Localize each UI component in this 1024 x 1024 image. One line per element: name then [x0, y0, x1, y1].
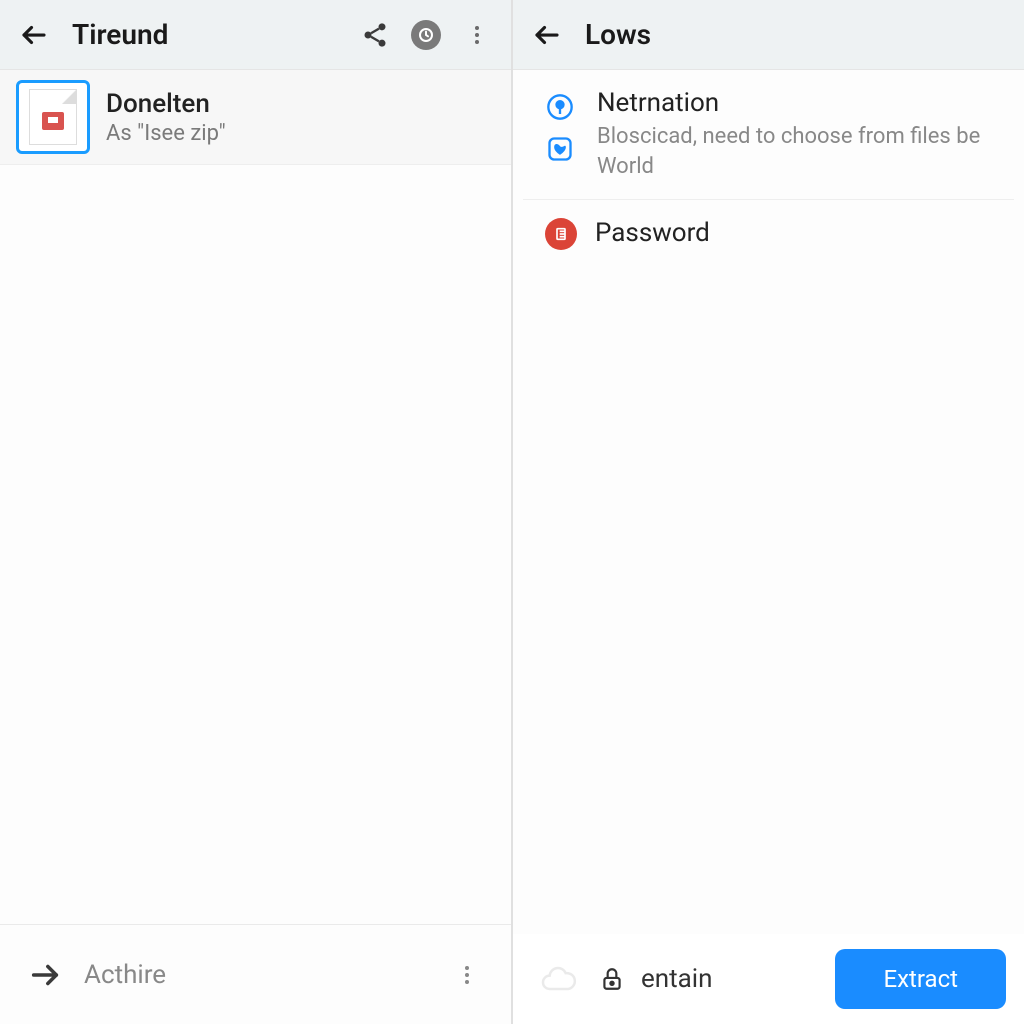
more-vert-icon[interactable] — [461, 19, 493, 51]
location-pin-icon — [545, 92, 575, 122]
back-arrow-icon[interactable] — [531, 19, 563, 51]
left-topbar-actions — [359, 19, 493, 51]
right-bottom-label: entain — [641, 964, 712, 994]
option-password-title: Password — [595, 218, 710, 248]
extract-button[interactable]: Extract — [835, 949, 1006, 1009]
left-title: Tireund — [72, 18, 168, 51]
password-badge-icon — [545, 218, 577, 250]
option-destination[interactable]: Netrnation Bloscicad, need to choose fro… — [523, 70, 1014, 200]
option-text: Netrnation Bloscicad, need to choose fro… — [597, 88, 992, 181]
back-arrow-icon[interactable] — [18, 19, 50, 51]
arrow-right-icon[interactable] — [28, 958, 62, 992]
option-password[interactable]: Password — [523, 200, 1014, 268]
share-icon[interactable] — [359, 19, 391, 51]
right-topbar: Lows — [513, 0, 1024, 70]
heart-box-icon — [545, 134, 575, 164]
file-row[interactable]: Donelten As "Isee zip" — [0, 70, 511, 165]
right-title: Lows — [585, 18, 651, 51]
file-subtitle: As "Isee zip" — [106, 121, 226, 146]
left-content: Donelten As "Isee zip" — [0, 70, 511, 924]
clock-icon[interactable] — [411, 20, 441, 50]
left-topbar: Tireund — [0, 0, 511, 70]
left-bottombar: Acthire — [0, 924, 511, 1024]
right-bottombar: entain Extract — [513, 934, 1024, 1024]
file-thumbnail — [16, 80, 90, 154]
file-name: Donelten — [106, 89, 226, 119]
option-icon-stack — [545, 88, 575, 164]
option-destination-title: Netrnation — [597, 88, 992, 118]
left-panel: Tireund Donelten As "Isee zip" — [0, 0, 513, 1024]
lock-icon[interactable] — [599, 966, 625, 992]
right-content: Netrnation Bloscicad, need to choose fro… — [513, 70, 1024, 934]
left-bottom-label: Acthire — [84, 960, 166, 990]
option-text: Password — [595, 218, 710, 248]
option-destination-sub: Bloscicad, need to choose from files be … — [597, 122, 992, 181]
file-text: Donelten As "Isee zip" — [106, 89, 226, 146]
bottom-more-vert-icon[interactable] — [451, 959, 483, 991]
right-panel: Lows Netrnation Bloscicad, need to choos… — [513, 0, 1024, 1024]
document-icon — [29, 89, 77, 145]
cloud-icon — [533, 959, 583, 999]
